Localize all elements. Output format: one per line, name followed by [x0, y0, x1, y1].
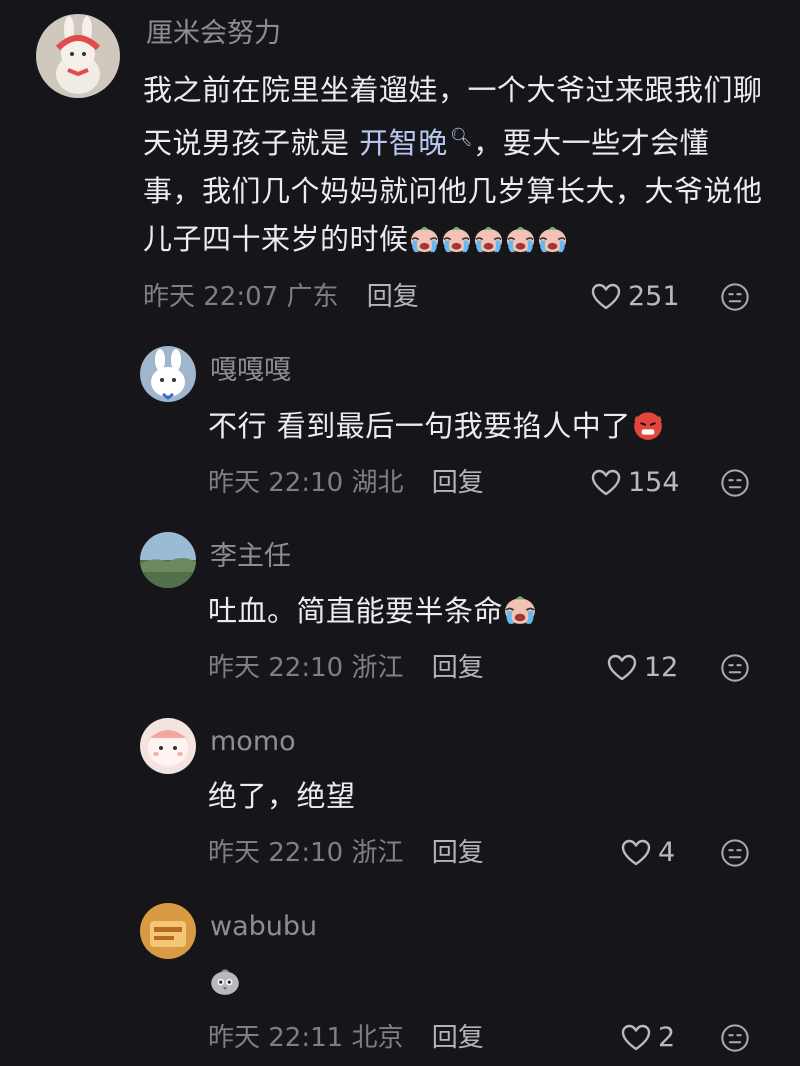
comment-text: 绝了，绝望	[208, 772, 356, 820]
like-count: 251	[628, 281, 680, 312]
heart-icon	[620, 837, 652, 869]
crying-face-emoji	[503, 592, 537, 626]
crying-face-emoji	[505, 223, 536, 254]
meh-face-icon[interactable]	[720, 282, 750, 312]
comment-meta: 昨天 22:10 湖北 回复	[208, 466, 484, 500]
crying-face-emoji	[441, 223, 472, 254]
avatar[interactable]	[140, 532, 196, 588]
reply-button[interactable]: 回复	[367, 282, 419, 312]
meh-face-icon[interactable]	[720, 1023, 750, 1053]
avatar[interactable]	[140, 718, 196, 774]
location: 湖北	[351, 468, 404, 498]
meh-face-icon[interactable]	[720, 838, 750, 868]
location: 浙江	[351, 653, 404, 683]
crying-face-emoji	[473, 223, 504, 254]
comment-text: 吐血。简直能要半条命	[208, 587, 538, 635]
avatar[interactable]	[140, 903, 196, 959]
location: 浙江	[351, 838, 404, 868]
like-button[interactable]: 4	[620, 836, 675, 870]
topic-link[interactable]: 开智晚	[359, 126, 448, 160]
like-button[interactable]: 12	[606, 651, 678, 685]
angry-devil-emoji	[633, 412, 662, 440]
username[interactable]: 嘎嘎嘎	[210, 354, 291, 388]
username[interactable]: 李主任	[210, 540, 291, 574]
like-button[interactable]: 2	[620, 1021, 675, 1055]
reply-button[interactable]: 回复	[432, 468, 484, 498]
comment-meta: 昨天 22:10 浙江 回复	[208, 836, 484, 870]
heart-icon	[590, 467, 622, 499]
search-link-icon[interactable]: 🔍︎	[450, 127, 473, 148]
timestamp: 昨天 22:11	[208, 1023, 344, 1053]
comment-text-part: 绝了，绝望	[208, 779, 356, 813]
timestamp: 昨天 22:10	[208, 468, 344, 498]
comment-text	[208, 958, 243, 1006]
comment-text-part: 不行 看到最后一句我要掐人中了	[208, 409, 631, 443]
timestamp: 昨天 22:07	[143, 282, 279, 312]
avatar[interactable]	[36, 14, 120, 98]
like-button[interactable]: 251	[590, 280, 680, 314]
timestamp: 昨天 22:10	[208, 838, 344, 868]
comment-meta: 昨天 22:07 广东 回复	[143, 280, 419, 314]
comment-text-part: 吐血。简直能要半条命	[208, 594, 504, 628]
reply-button[interactable]: 回复	[432, 838, 484, 868]
location: 北京	[351, 1023, 404, 1053]
username[interactable]: 厘米会努力	[146, 17, 281, 51]
reply-button[interactable]: 回复	[432, 1023, 484, 1053]
heart-icon	[620, 1022, 652, 1054]
like-button[interactable]: 154	[590, 466, 680, 500]
like-count: 2	[658, 1022, 676, 1053]
crying-face-emoji	[537, 223, 568, 254]
crying-face-emoji	[409, 223, 440, 254]
heart-icon	[606, 652, 638, 684]
location: 广东	[286, 282, 339, 312]
pigeon-emoji	[211, 969, 239, 995]
like-count: 154	[628, 467, 680, 498]
timestamp: 昨天 22:10	[208, 653, 344, 683]
username[interactable]: momo	[210, 725, 296, 759]
comment-meta: 昨天 22:10 浙江 回复	[208, 651, 484, 685]
like-count: 12	[644, 652, 679, 683]
comment-thread: { "comments": [ { "username": "厘米会努力", "…	[0, 0, 800, 1066]
meh-face-icon[interactable]	[720, 653, 750, 683]
like-count: 4	[658, 837, 676, 868]
comment-meta: 昨天 22:11 北京 回复	[208, 1021, 484, 1055]
comment-text: 不行 看到最后一句我要掐人中了	[208, 402, 666, 450]
username[interactable]: wabubu	[210, 910, 317, 944]
heart-icon	[590, 281, 622, 313]
meh-face-icon[interactable]	[720, 468, 750, 498]
comment-text: 我之前在院里坐着遛娃，一个大爷过来跟我们聊天说男孩子就是 开智晚 🔍︎，要大一些才…	[143, 66, 763, 263]
reply-button[interactable]: 回复	[432, 653, 484, 683]
avatar[interactable]	[140, 346, 196, 402]
